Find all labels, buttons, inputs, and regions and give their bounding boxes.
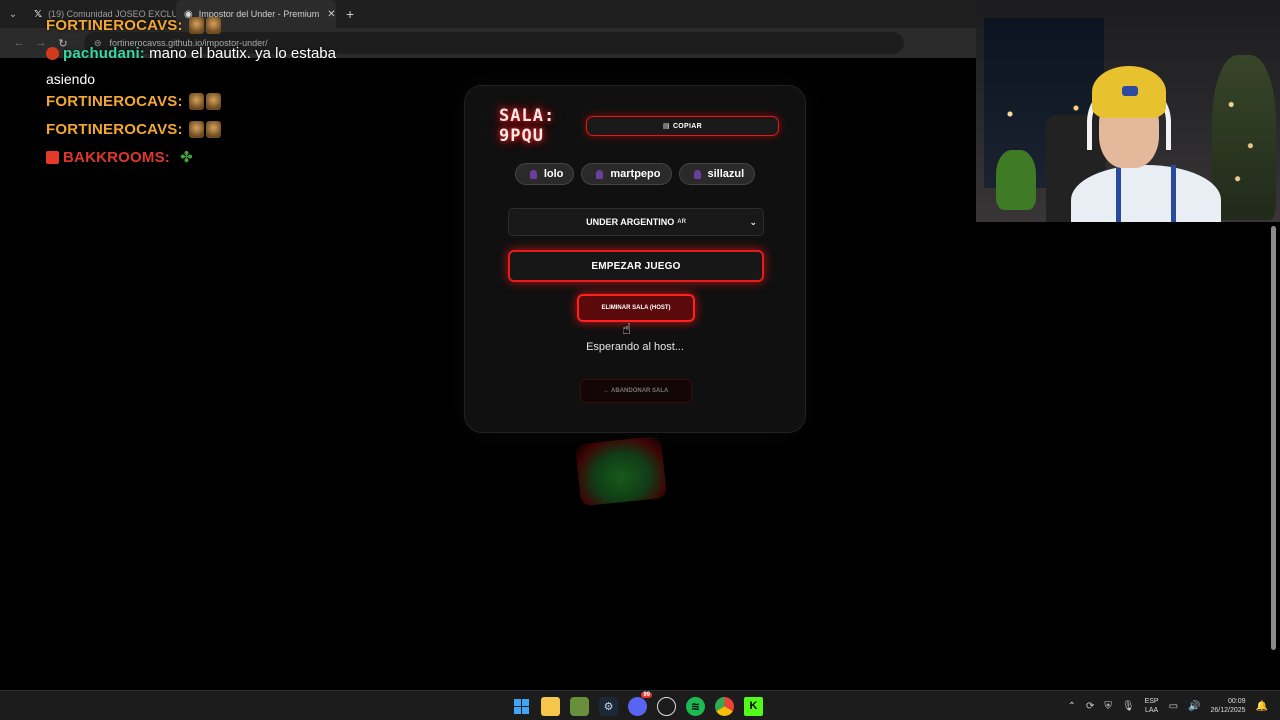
user-badge-icon [46,151,59,164]
scrollbar-thumb[interactable] [1271,226,1276,650]
windows-taskbar: ⚙ 99 ≋ K ⌃ ⟳ ⛨ 🎙 ESP LAA ▭ 🔊 00:09 26/12… [0,690,1280,720]
emote-icon [188,121,204,138]
game-mode-value: UNDER ARGENTINO [586,217,675,227]
copy-button-label: COPIAR [672,122,702,130]
spotify-icon[interactable]: ≋ [686,696,705,716]
webcam-overlay [976,0,1280,222]
network-icon[interactable]: ▭ [1169,701,1178,712]
stream-chat-overlay: FORTINEROCAVS: pachudani: mano el bautix… [46,12,346,172]
emote-icon [188,17,204,34]
windows-start-icon[interactable] [512,697,531,716]
sync-icon[interactable]: ⟳ [1086,701,1094,712]
chat-message: FORTINEROCAVS: [46,116,346,144]
kick-icon[interactable]: K [744,696,763,716]
file-explorer-icon[interactable] [541,696,560,716]
webcam-plush-toy [996,150,1036,210]
discord-badge: 99 [641,691,652,698]
delete-room-button[interactable]: ELIMINAR SALA (HOST) [577,294,695,322]
lang-line: LAA [1144,707,1159,714]
language-indicator[interactable]: ESP LAA [1145,697,1159,715]
player-chip: lolo [514,163,575,185]
emote-icon [188,93,204,110]
decorative-gift-box [574,435,668,507]
chat-text: mano el bautix. ya lo estaba [145,45,336,62]
chat-username: pachudani: [63,45,146,62]
flag-tag: AR [677,219,686,225]
chevron-up-icon[interactable]: ⌃ [1068,701,1076,712]
notification-icon[interactable]: 🔔 [1256,701,1268,712]
discord-icon[interactable]: 99 [628,691,652,716]
leave-room-button[interactable]: ← ABANDONAR SALA [580,379,692,403]
chat-message: FORTINEROCAVS: [46,88,346,116]
taskbar-apps: ⚙ 99 ≋ K [512,691,763,720]
leaf-emote-icon: ✤ [180,149,193,166]
chat-message: pachudani: mano el bautix. ya lo estaba … [46,40,346,88]
player-name: lolo [543,168,564,180]
christmas-tree [1212,55,1276,220]
chevron-down-icon: ⌄ [749,217,757,227]
beanie-logo [1122,86,1138,96]
chatgpt-icon[interactable] [657,696,676,716]
player-list: lolo martpepo sillazul [465,163,805,185]
steam-icon[interactable]: ⚙ [599,696,618,716]
shield-icon[interactable]: ⛨ [1104,701,1112,712]
minecraft-icon[interactable] [570,696,589,716]
clock-time: 00:09 [1228,698,1246,705]
new-tab-button[interactable]: + [346,6,354,22]
chat-username: FORTINEROCAVS: [46,17,183,34]
player-chip: martpepo [581,163,672,185]
user-badge-icon [46,47,59,60]
player-name: martpepo [610,168,661,180]
chat-username: FORTINEROCAVS: [46,121,183,138]
back-icon[interactable]: ← [8,37,30,49]
chat-message: BAKKROOMS: ✤ [46,144,346,172]
chrome-icon[interactable] [715,696,734,716]
room-code-title: SALA: 9PQU [499,106,555,146]
copy-button[interactable]: ▤ COPIAR [586,116,779,136]
room-title-label: SALA: [499,106,556,126]
tab-list-chevron-icon[interactable]: ⌄ [0,0,26,28]
player-chip: sillazul [678,163,756,185]
game-mode-select[interactable]: UNDER ARGENTINO AR ⌄ [508,208,764,236]
person-icon [529,169,537,179]
emote-icon [205,17,221,34]
person-icon [596,169,604,179]
volume-icon[interactable]: 🔊 [1188,701,1200,712]
chat-message: FORTINEROCAVS: [46,12,346,40]
chat-text-wrap: asiendo [46,71,96,87]
microphone-icon[interactable]: 🎙 [1122,701,1135,712]
emote-icon [205,93,221,110]
clock[interactable]: 00:09 26/12/2025 [1211,697,1246,715]
status-text: Esperando al host... [586,341,684,353]
emote-icon [205,121,221,138]
hand-cursor-icon: ☝ [622,321,632,338]
jersey-trim [1116,165,1176,222]
lobby-card: SALA: 9PQU ▤ COPIAR lolo martpepo sillaz… [464,85,806,433]
player-name: sillazul [707,168,745,180]
system-tray: ⌃ ⟳ ⛨ 🎙 ESP LAA ▭ 🔊 00:09 26/12/2025 🔔 [1068,691,1268,720]
page-scrollbar[interactable] [1270,222,1278,650]
person-icon [693,169,701,179]
start-game-button[interactable]: EMPEZAR JUEGO [508,250,764,282]
chat-username: FORTINEROCAVS: [46,93,183,110]
chat-username: BAKKROOMS: [63,149,170,166]
clock-date: 26/12/2025 [1210,707,1246,714]
room-code: 9PQU [499,126,544,146]
x-logo-icon: 𝕏 [34,8,43,20]
clipboard-icon: ▤ [663,123,670,130]
lang-line: ESP [1144,698,1159,705]
